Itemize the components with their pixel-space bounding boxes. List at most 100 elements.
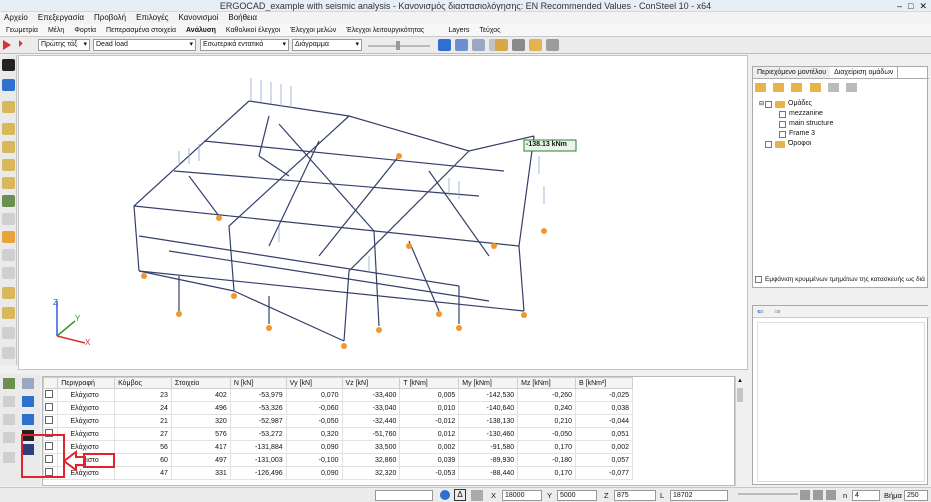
- tree-checkbox[interactable]: [765, 140, 772, 148]
- length-field[interactable]: 18702: [670, 490, 728, 501]
- view-icon-2[interactable]: [2, 123, 15, 135]
- col-header-description[interactable]: Περιγραφή: [57, 377, 116, 389]
- menu-file[interactable]: Αρχείο: [4, 12, 28, 24]
- close-icon[interactable]: ✕: [919, 1, 927, 11]
- show-hidden-option[interactable]: Εμφάνιση κρυμμένων τμημάτων της κατασκευ…: [755, 276, 927, 283]
- tab-member-checks[interactable]: Έλεγχοι μελών: [290, 24, 336, 36]
- col-header-vz[interactable]: Vz [kN]: [341, 377, 401, 389]
- snap-icon-2[interactable]: [813, 490, 823, 500]
- col-header-my[interactable]: My [kNm]: [458, 377, 519, 389]
- view-icon-5[interactable]: [2, 177, 15, 189]
- animation-icon[interactable]: [472, 39, 485, 51]
- row-checkbox[interactable]: [45, 416, 54, 424]
- view-icon-12[interactable]: [2, 307, 15, 319]
- row-checkbox[interactable]: [45, 390, 54, 398]
- edit-group-icon[interactable]: [791, 83, 803, 92]
- table-row[interactable]: Ελάχιστο 47 331 -126,496 0,090 32,320 -0,053 -8…: [43, 466, 633, 480]
- tree-item-groups[interactable]: ⊟ Ομάδες: [759, 99, 927, 109]
- menu-view[interactable]: Προβολή: [94, 12, 126, 24]
- tab-geometry[interactable]: Γεωμετρία: [6, 24, 38, 36]
- tab-model-content[interactable]: Περιεχόμενο μοντέλου: [753, 67, 831, 78]
- view-icon-9[interactable]: [2, 249, 15, 261]
- col-header-vy[interactable]: Vy [kN]: [285, 377, 343, 389]
- move-down-icon[interactable]: [846, 83, 858, 92]
- remove-group-icon[interactable]: [809, 83, 821, 92]
- table-tool-icon-6[interactable]: [3, 432, 15, 443]
- add-subgroup-icon[interactable]: [773, 83, 785, 92]
- diagram-icon[interactable]: [438, 39, 451, 51]
- back-arrow-icon[interactable]: ⇐: [757, 307, 764, 316]
- display-mode-select[interactable]: Διάγραμμα: [292, 39, 362, 51]
- table-row[interactable]: Ελάχιστο 27 576 -53,272 0,320 -51,760 0,012 -13…: [43, 427, 633, 441]
- snap-icon-1[interactable]: [800, 490, 810, 500]
- tab-report[interactable]: Τεύχος: [479, 24, 500, 36]
- n-field[interactable]: 4: [852, 490, 880, 501]
- table-tool-icon-3[interactable]: [3, 396, 15, 407]
- table-tool-icon-7[interactable]: [3, 452, 15, 463]
- table-scrollbar[interactable]: ▲: [735, 376, 744, 486]
- table-row[interactable]: Ελάχιστο 21 320 -52,987 -0,050 -32,440 -0,012-…: [43, 414, 633, 428]
- z-coord-field[interactable]: 875: [614, 490, 656, 501]
- coordinate-mode-icon[interactable]: [471, 490, 483, 501]
- snap-icon-3[interactable]: [826, 490, 836, 500]
- grid-icon[interactable]: [546, 39, 559, 51]
- tab-global-checks[interactable]: Καθολικοί έλεγχοι: [226, 24, 280, 36]
- menu-help[interactable]: Βοήθεια: [228, 12, 257, 24]
- tab-finite-elements[interactable]: Πεπερασμένα στοιχεία: [106, 24, 176, 36]
- status-input[interactable]: [375, 490, 433, 501]
- deformed-shape-icon[interactable]: [455, 39, 468, 51]
- scale-slider-thumb[interactable]: [396, 41, 400, 50]
- view-icon-11[interactable]: [2, 287, 15, 299]
- tree-checkbox[interactable]: [765, 100, 772, 108]
- view-icon-10[interactable]: [2, 267, 15, 279]
- move-up-icon[interactable]: [827, 83, 839, 92]
- scroll-up-icon[interactable]: ▲: [737, 378, 743, 384]
- model-viewport[interactable]: -138.13 kNm Z Y X: [18, 55, 748, 370]
- col-header-t[interactable]: T [kNm]: [399, 377, 460, 389]
- tab-layers[interactable]: Layers: [448, 24, 469, 36]
- view-icon-8[interactable]: [2, 231, 15, 243]
- row-checkbox[interactable]: [45, 403, 54, 411]
- col-header-node[interactable]: Κόμβος: [114, 377, 172, 389]
- folder-icon[interactable]: [529, 39, 542, 51]
- tab-analysis[interactable]: Ανάλυση: [186, 24, 216, 36]
- snap-slider[interactable]: [738, 493, 798, 495]
- tab-group-management[interactable]: Διαχείριση ομάδων: [830, 67, 899, 78]
- tab-loads[interactable]: Φορτία: [74, 24, 96, 36]
- edit-icon[interactable]: [495, 39, 508, 51]
- view-icon-3[interactable]: [2, 141, 15, 153]
- analysis-order-select[interactable]: Πρώτης τάξ: [38, 39, 90, 51]
- col-header-b[interactable]: B [kNm²]: [575, 377, 633, 389]
- view-icon-1[interactable]: [2, 101, 15, 113]
- show-hidden-checkbox[interactable]: [755, 276, 762, 283]
- view-icon-7[interactable]: [2, 213, 15, 225]
- col-header-n[interactable]: N [kN]: [229, 377, 287, 389]
- col-header-mz[interactable]: Mz [kNm]: [517, 377, 577, 389]
- scroll-thumb[interactable]: [737, 388, 743, 402]
- row-select-cell[interactable]: [43, 401, 59, 415]
- tab-members[interactable]: Μέλη: [48, 24, 64, 36]
- view-icon-14[interactable]: [2, 347, 15, 359]
- table-tool-icon-2[interactable]: [22, 378, 34, 389]
- result-type-select[interactable]: Εσωτερικά εντατικά: [200, 39, 289, 51]
- run-options-icon[interactable]: ⏵: [18, 39, 30, 51]
- tree-item-main-structure[interactable]: main structure: [759, 119, 927, 129]
- run-analysis-icon[interactable]: [3, 40, 11, 50]
- row-select-cell[interactable]: [43, 388, 59, 402]
- table-tool-icon-4[interactable]: [22, 396, 34, 407]
- table-row[interactable]: Ελάχιστο 24 496 -53,326 -0,060 -33,040 0,010 -1…: [43, 401, 633, 415]
- x-coord-field[interactable]: 18000: [502, 490, 542, 501]
- tree-item-frame-3[interactable]: Frame 3: [759, 129, 927, 139]
- col-header-select[interactable]: [43, 377, 59, 389]
- y-coord-field[interactable]: 5000: [557, 490, 597, 501]
- table-row[interactable]: Ελάχιστο60497-131,003-0,10032,8600,039-8…: [43, 453, 633, 467]
- menu-codes[interactable]: Κανονισμοί: [179, 12, 219, 24]
- tree-item-floors[interactable]: Όροφοι: [759, 139, 927, 149]
- camera-icon[interactable]: [512, 39, 525, 51]
- tree-item-mezzanine[interactable]: mezzanine: [759, 109, 927, 119]
- view-icon-13[interactable]: [2, 327, 15, 339]
- table-row[interactable]: Ελάχιστο 23 402 -53,979 0,070 -33,400 0,005 -14…: [43, 388, 633, 402]
- step-field[interactable]: 250: [904, 490, 928, 501]
- table-row[interactable]: Ελάχιστο 56 417 -131,884 0,090 33,500 0,002 -91…: [43, 440, 633, 454]
- load-case-select[interactable]: Dead load: [93, 39, 196, 51]
